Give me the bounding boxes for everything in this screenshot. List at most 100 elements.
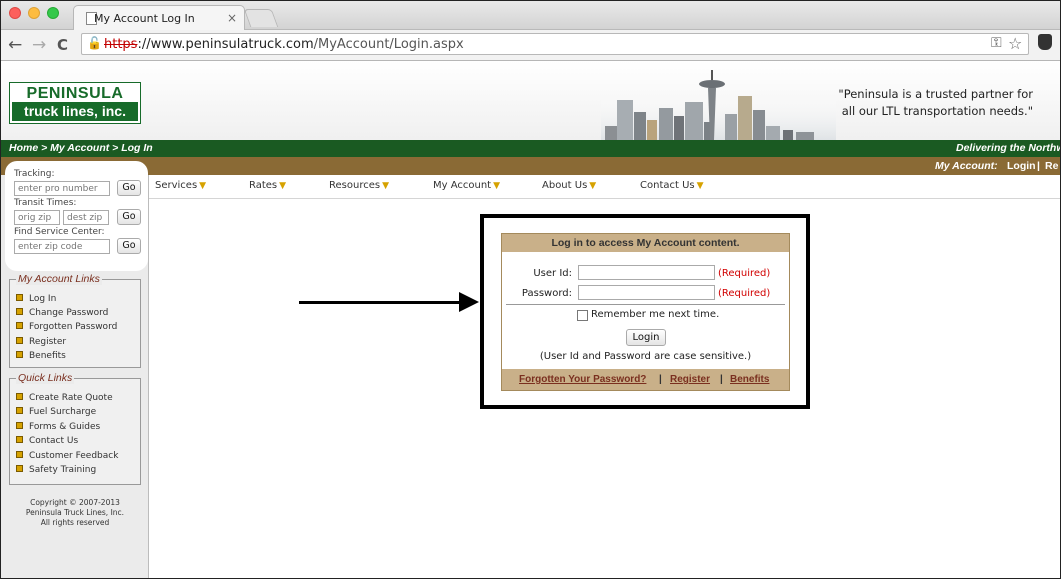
- nav-resources[interactable]: Resources ▼: [329, 180, 389, 191]
- customer-quote: "Peninsula is a trusted partner for all …: [781, 86, 1033, 120]
- remember-me-label[interactable]: Remember me next time.: [591, 309, 719, 320]
- forward-arrow-icon[interactable]: →: [32, 35, 46, 55]
- service-center-label: Find Service Center:: [14, 227, 105, 237]
- case-sensitivity-note: (User Id and Password are case sensitive…: [539, 351, 752, 362]
- tagline: Delivering the Northw: [956, 142, 1061, 154]
- extension-owl-icon[interactable]: [1038, 34, 1052, 50]
- annotation-arrow-line: [299, 301, 461, 304]
- link-label: Benefits: [29, 351, 66, 361]
- service-go-button[interactable]: Go: [117, 238, 141, 254]
- quick-link-safety-training[interactable]: Safety Training: [16, 465, 96, 475]
- tracking-go-button[interactable]: Go: [117, 180, 141, 196]
- account-links-box: My Account Links Log In Change Password …: [9, 273, 141, 368]
- dropdown-triangle-icon: ▼: [493, 181, 501, 191]
- account-link-benefits[interactable]: Benefits: [16, 351, 66, 361]
- key-icon[interactable]: ⚿: [991, 35, 1002, 51]
- new-tab-button[interactable]: [243, 9, 279, 27]
- login-button[interactable]: Login: [626, 329, 666, 346]
- browser-tab[interactable]: My Account Log In ×: [73, 5, 245, 31]
- bullet-icon: [16, 451, 23, 458]
- login-panel: Log in to access My Account content. Use…: [501, 233, 790, 391]
- company-logo[interactable]: PENINSULA truck lines, inc.: [9, 82, 141, 124]
- login-heading: Log in to access My Account content.: [502, 234, 789, 252]
- service-zip-input[interactable]: [14, 239, 110, 254]
- remember-me-checkbox[interactable]: [577, 310, 588, 321]
- user-id-required: (Required): [718, 268, 771, 279]
- orig-zip-input[interactable]: [14, 210, 60, 225]
- tracking-label: Tracking:: [14, 169, 55, 179]
- dropdown-triangle-icon: ▼: [589, 181, 597, 191]
- browser-titlebar: My Account Log In ×: [1, 1, 1060, 31]
- copyright-line-1: Copyright © 2007-2013: [30, 498, 120, 507]
- bullet-icon: [16, 436, 23, 443]
- annotation-arrow-head: [459, 292, 479, 312]
- user-id-input[interactable]: [578, 265, 715, 280]
- quick-link-forms-guides[interactable]: Forms & Guides: [16, 422, 100, 432]
- url-path: /MyAccount/Login.aspx: [313, 37, 464, 52]
- benefits-link[interactable]: Benefits: [730, 374, 769, 385]
- logo-top-text: PENINSULA: [26, 85, 124, 102]
- minimize-window-button[interactable]: [28, 7, 40, 19]
- bullet-icon: [16, 294, 23, 301]
- account-link-register[interactable]: Register: [16, 337, 66, 347]
- link-label: Forgotten Password: [29, 322, 118, 332]
- nav-rates[interactable]: Rates ▼: [249, 180, 286, 191]
- divider: [506, 304, 785, 305]
- link-label: Log In: [29, 294, 57, 304]
- account-link-log-in[interactable]: Log In: [16, 294, 56, 304]
- breadcrumb[interactable]: Home > My Account > Log In: [9, 142, 153, 154]
- bookmark-star-icon[interactable]: ☆: [1008, 34, 1022, 53]
- password-input[interactable]: [578, 285, 715, 300]
- tracking-input[interactable]: [14, 181, 110, 196]
- nav-my-account[interactable]: My Account ▼: [433, 180, 500, 191]
- copyright-line-2: Peninsula Truck Lines, Inc.: [25, 508, 125, 517]
- footer-separator: |: [659, 374, 662, 385]
- account-login-link[interactable]: Login: [1007, 160, 1036, 172]
- account-register-link[interactable]: Re: [1045, 160, 1058, 172]
- tab-title: My Account Log In: [94, 12, 195, 25]
- link-label: Fuel Surcharge: [29, 407, 97, 417]
- account-link-forgotten-password[interactable]: Forgotten Password: [16, 322, 117, 332]
- zoom-window-button[interactable]: [47, 7, 59, 19]
- bullet-icon: [16, 407, 23, 414]
- back-arrow-icon[interactable]: ←: [8, 35, 22, 55]
- tab-close-icon[interactable]: ×: [227, 11, 237, 25]
- transit-go-button[interactable]: Go: [117, 209, 141, 225]
- dest-zip-input[interactable]: [63, 210, 109, 225]
- transit-times-label: Transit Times:: [14, 198, 77, 208]
- quick-link-contact-us[interactable]: Contact Us: [16, 436, 78, 446]
- close-window-button[interactable]: [9, 7, 21, 19]
- quick-tools-box: Tracking: Go Transit Times: Go Find Serv…: [5, 161, 148, 271]
- nav-label: Rates: [249, 180, 278, 191]
- url-text: https://www.peninsulatruck.com/MyAccount…: [104, 37, 464, 52]
- url-host: ://www.peninsulatruck.com: [137, 37, 314, 52]
- account-separator: |: [1037, 160, 1040, 172]
- nav-label: Contact Us: [640, 180, 695, 191]
- quick-link-customer-feedback[interactable]: Customer Feedback: [16, 451, 118, 461]
- nav-services[interactable]: Services ▼: [155, 180, 206, 191]
- dropdown-triangle-icon: ▼: [696, 181, 704, 191]
- bullet-icon: [16, 465, 23, 472]
- register-link[interactable]: Register: [670, 374, 710, 385]
- bullet-icon: [16, 308, 23, 315]
- address-bar[interactable]: 🔓 https://www.peninsulatruck.com/MyAccou…: [81, 33, 1029, 55]
- account-link-change-password[interactable]: Change Password: [16, 308, 108, 318]
- dropdown-triangle-icon: ▼: [279, 181, 287, 191]
- nav-contact-us[interactable]: Contact Us ▼: [640, 180, 704, 191]
- browser-toolbar: ← → C 🔓 https://www.peninsulatruck.com/M…: [1, 30, 1060, 61]
- reload-icon[interactable]: C: [57, 36, 68, 54]
- bullet-icon: [16, 337, 23, 344]
- quick-link-create-rate-quote[interactable]: Create Rate Quote: [16, 393, 113, 403]
- account-label: My Account:: [935, 160, 998, 172]
- forgot-password-link[interactable]: Forgotten Your Password?: [519, 374, 646, 385]
- site-header: PENINSULA truck lines, inc. "Peninsula i…: [1, 61, 1060, 140]
- left-sidebar: Tracking: Go Transit Times: Go Find Serv…: [1, 161, 149, 578]
- user-id-label: User Id:: [533, 268, 572, 279]
- quick-link-fuel-surcharge[interactable]: Fuel Surcharge: [16, 407, 96, 417]
- quote-line-1: "Peninsula is a trusted partner for: [838, 87, 1033, 101]
- nav-about-us[interactable]: About Us ▼: [542, 180, 596, 191]
- logo-bottom-text: truck lines, inc.: [12, 102, 138, 121]
- copyright-notice: Copyright © 2007-2013 Peninsula Truck Li…: [1, 498, 149, 528]
- url-scheme: https: [104, 37, 138, 52]
- link-label: Change Password: [29, 308, 109, 318]
